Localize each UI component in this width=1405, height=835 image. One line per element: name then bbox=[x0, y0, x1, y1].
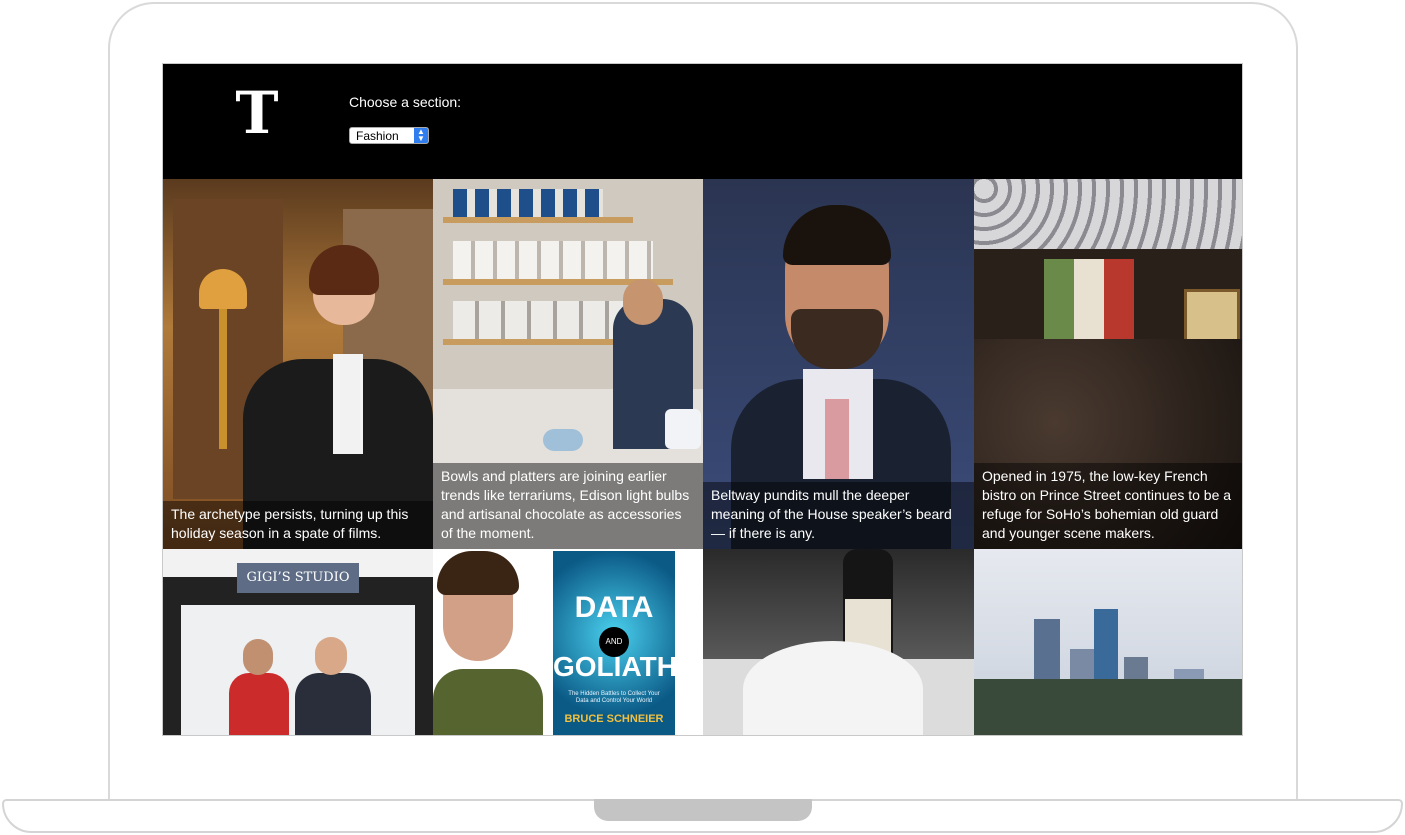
book-cover: DATA AND GOLIATH The Hidden Battles to C… bbox=[553, 551, 677, 735]
choose-section-label: Choose a section: bbox=[349, 94, 462, 110]
story-caption[interactable]: The archetype persists, turning up this … bbox=[163, 501, 433, 549]
story-caption[interactable]: Beltway pundits mull the deeper meaning … bbox=[703, 482, 974, 549]
story-tile-4[interactable]: Opened in 1975, the low-key French bistr… bbox=[974, 179, 1242, 549]
story-caption[interactable]: Bowls and platters are joining earlier t… bbox=[433, 463, 703, 549]
story-tile-7[interactable] bbox=[703, 549, 974, 735]
nyt-logo[interactable]: T bbox=[233, 84, 281, 142]
laptop-notch bbox=[594, 799, 812, 821]
story-tile-5[interactable]: GIGI’S STUDIO bbox=[163, 549, 433, 735]
story-tile-6[interactable]: DATA AND GOLIATH The Hidden Battles to C… bbox=[433, 549, 703, 735]
app-screen: T Choose a section: Fashion ▲ ▼ The arche… bbox=[162, 63, 1243, 736]
header: T Choose a section: Fashion ▲ ▼ bbox=[163, 64, 1242, 179]
story-tile-1[interactable]: The archetype persists, turning up this … bbox=[163, 179, 433, 549]
story-tile-8[interactable] bbox=[974, 549, 1242, 735]
book-title-data: DATA bbox=[574, 591, 654, 624]
story-tile-3[interactable]: Beltway pundits mull the deeper meaning … bbox=[703, 179, 974, 549]
story-caption[interactable]: Opened in 1975, the low-key French bistr… bbox=[974, 463, 1242, 549]
gigis-studio-sign: GIGI’S STUDIO bbox=[237, 563, 359, 593]
book-author: BRUCE SCHNEIER bbox=[564, 713, 664, 725]
story-tile-2[interactable]: Bowls and platters are joining earlier t… bbox=[433, 179, 703, 549]
book-title-goliath: GOLIATH bbox=[553, 651, 677, 682]
select-arrows-icon: ▲ ▼ bbox=[414, 128, 428, 143]
section-select-value: Fashion bbox=[356, 129, 399, 143]
book-subtitle: The Hidden Battles to Collect Your Data … bbox=[568, 691, 660, 704]
section-select[interactable]: Fashion ▲ ▼ bbox=[349, 127, 429, 144]
